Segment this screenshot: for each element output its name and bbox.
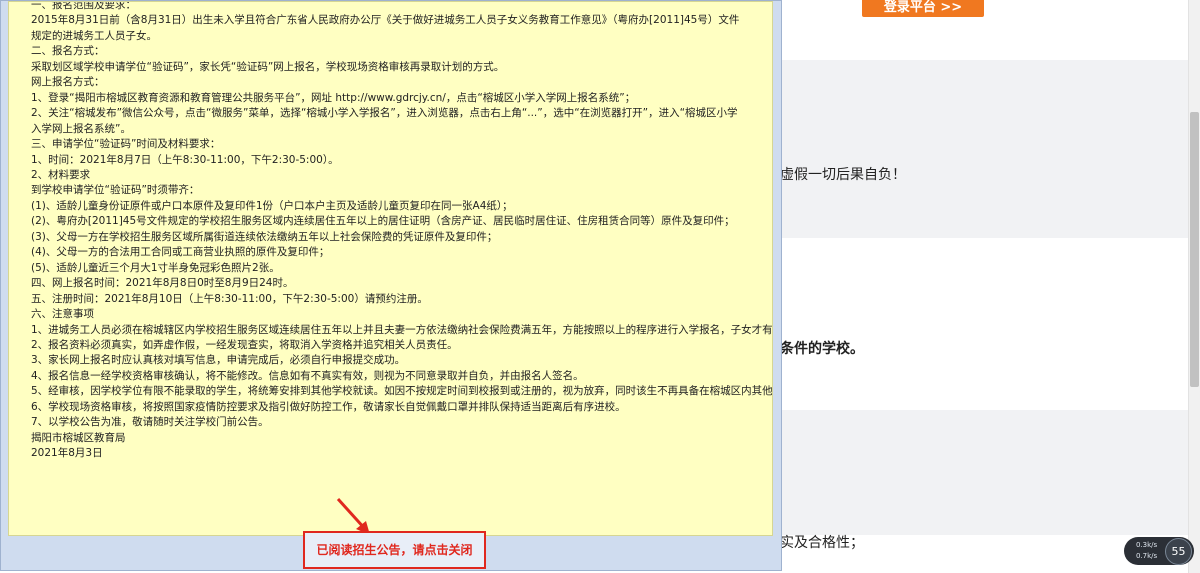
notice-line: 四、网上报名时间：2021年8月8日0时至8月9日24时。 [31, 277, 294, 290]
notice-line: (1)、适龄儿童身份证原件或户口本原件及复印件1份（户口本户主页及适龄儿童页复印… [31, 199, 513, 212]
download-speed: 0.7k/s [1136, 552, 1158, 560]
background-text-warning: 虚假一切后果自负！ [780, 167, 906, 183]
notice-line: 1、进城务工人员必须在榕城辖区内学校招生服务区域连续居住五年以上并且夫妻一方依法… [31, 323, 773, 336]
background-text-school: 条件的学校。 [780, 341, 864, 357]
notice-line: 五、注册时间：2021年8月10日（上午8:30-11:00，下午2:30-5:… [31, 292, 428, 305]
notice-line: 2021年8月3日 [31, 447, 103, 460]
network-speed-widget[interactable]: 0.3k/s 0.7k/s 55 [1124, 537, 1194, 565]
notice-text: 一、报名范围及要求： 2015年8月31日前（含8月31日）出生未入学且符合广东省… [31, 1, 773, 462]
notice-line: 揭阳市榕城区教育局 [31, 431, 126, 444]
background-band [780, 60, 1188, 238]
notice-line: 到学校申请学位“验证码”时须带齐： [31, 184, 200, 197]
upload-speed: 0.3k/s [1136, 541, 1158, 549]
notice-line: 5、经审核，因学校学位有限不能录取的学生，将统筹安排到其他学校就读。如因不按规定… [31, 385, 773, 398]
background-text-qualified: 实及合格性； [780, 535, 864, 551]
notice-line: 7、以学校公告为准，敬请随时关注学校门前公告。 [31, 416, 269, 429]
notice-line: (2)、粤府办[2011]45号文件规定的学校招生服务区域内连续居住五年以上的居… [31, 215, 735, 228]
notice-line: 二、报名方式： [31, 45, 105, 58]
notice-line: 六、注意事项 [31, 308, 94, 321]
notice-line: (4)、父母一方的合法用工合同或工商营业执照的原件及复印件； [31, 246, 330, 259]
notice-line: 4、报名信息一经学校资格审核确认，将不能修改。信息如有不真实有效，则视为不同意录… [31, 369, 584, 382]
notice-content-area[interactable]: 一、报名范围及要求： 2015年8月31日前（含8月31日）出生未入学且符合广东省… [8, 1, 773, 536]
page-scrollbar[interactable] [1188, 0, 1200, 573]
notice-modal: 一、报名范围及要求： 2015年8月31日前（含8月31日）出生未入学且符合广东省… [0, 0, 782, 571]
notice-line: 入学网上报名系统”。 [31, 122, 131, 135]
login-platform-button[interactable]: 登录平台 >> [862, 0, 984, 17]
notice-line: 网上报名方式： [31, 76, 105, 89]
notice-line: (3)、父母一方在学校招生服务区域所属街道连续依法缴纳五年以上社会保险费的凭证原… [31, 230, 498, 243]
notice-line: 1、登录“揭阳市榕城区教育资源和教育管理公共服务平台”，网址 http://ww… [31, 91, 636, 104]
notice-line: 三、申请学位“验证码”时间及材料要求： [31, 138, 221, 151]
background-band [780, 410, 1188, 535]
scrollbar-thumb[interactable] [1190, 112, 1199, 387]
notice-line: 6、学校现场资格审核，将按照国家疫情防控要求及指引做好防控工作，敬请家长自觉佩戴… [31, 400, 626, 413]
notice-line: 一、报名范围及要求： [31, 1, 136, 11]
notice-line: 2015年8月31日前（含8月31日）出生未入学且符合广东省人民政府办公厅《关于… [31, 14, 740, 27]
notice-line: 规定的进城务工人员子女。 [31, 29, 157, 42]
notice-line: 1、时间：2021年8月7日（上午8:30-11:00，下午2:30-5:00）… [31, 153, 339, 166]
notice-line: 2、报名资料必须真实，如弄虚作假，一经发现查实，将取消入学资格并追究相关人员责任… [31, 338, 458, 351]
notice-line: 2、材料要求 [31, 168, 91, 181]
notice-line: 3、家长网上报名时应认真核对填写信息，申请完成后，必须自行申报提交成功。 [31, 354, 406, 367]
notice-line: (5)、适龄儿童近三个月大1寸半身免冠彩色照片2张。 [31, 261, 280, 274]
memory-usage-circle: 55 [1165, 538, 1192, 565]
notice-line: 采取划区域学校申请学位“验证码”，家长凭“验证码”网上报名，学校现场资格审核再录… [31, 60, 505, 73]
notice-line: 2、关注“榕城发布”微信公众号，点击“微服务”菜单，选择“榕城小学入学报名”，进… [31, 107, 738, 120]
close-notice-button[interactable]: 已阅读招生公告，请点击关闭 [303, 531, 486, 569]
